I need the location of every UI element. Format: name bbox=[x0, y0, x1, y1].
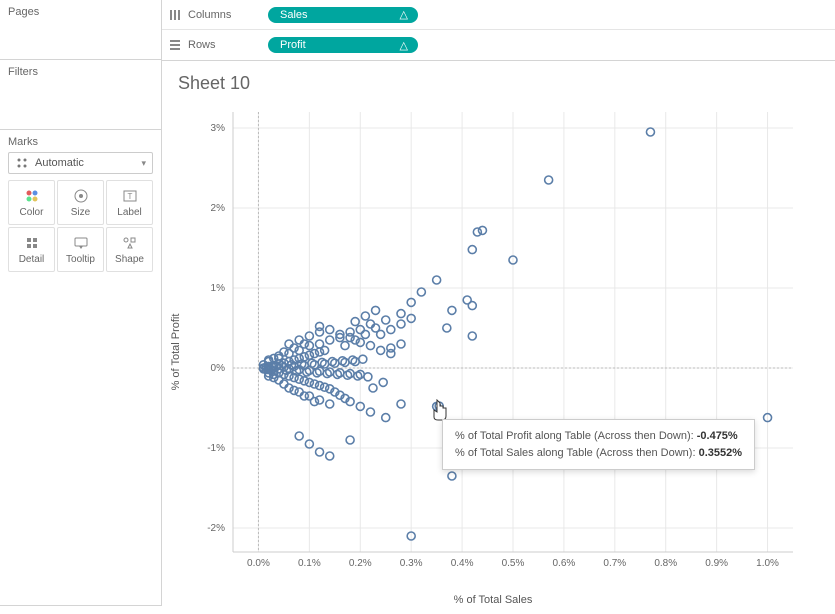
filters-panel[interactable]: Filters bbox=[0, 60, 161, 130]
label-icon: T bbox=[109, 187, 150, 205]
filters-title: Filters bbox=[8, 66, 153, 78]
y-axis-label: % of Total Profit bbox=[170, 314, 182, 391]
svg-text:T: T bbox=[127, 192, 132, 201]
rows-shelf[interactable]: Rows Profit △ bbox=[162, 30, 835, 60]
sheet-title[interactable]: Sheet 10 bbox=[178, 73, 819, 94]
marks-color-button[interactable]: Color bbox=[8, 180, 55, 225]
chart[interactable]: % of Total Profit 0.0%0.1%0.2%0.3%0.4%0.… bbox=[178, 102, 808, 602]
color-icon bbox=[11, 187, 52, 205]
marks-title: Marks bbox=[8, 136, 153, 148]
tablecalc-icon: △ bbox=[400, 39, 408, 52]
sheet-area: Sheet 10 % of Total Profit 0.0%0.1%0.2%0… bbox=[162, 61, 835, 614]
rows-pill-profit[interactable]: Profit △ bbox=[268, 37, 418, 53]
svg-text:0.2%: 0.2% bbox=[349, 558, 372, 569]
svg-text:2%: 2% bbox=[211, 203, 226, 214]
detail-icon bbox=[11, 234, 52, 252]
svg-text:0.7%: 0.7% bbox=[603, 558, 626, 569]
svg-text:-2%: -2% bbox=[207, 523, 225, 534]
svg-text:0.3%: 0.3% bbox=[400, 558, 423, 569]
svg-text:0.4%: 0.4% bbox=[451, 558, 474, 569]
tooltip-sales-value: 0.3552% bbox=[699, 447, 742, 459]
marks-size-button[interactable]: Size bbox=[57, 180, 104, 225]
tooltip-icon bbox=[60, 234, 101, 252]
tooltip-profit-value: -0.475% bbox=[697, 430, 738, 442]
scatter-plot[interactable]: 0.0% 0.1% 0.2% 0.3% 0.4% 0.5% 0.6% 0.7% 0.8% 0.9%… bbox=[178, 102, 808, 602]
svg-text:1.0%: 1.0% bbox=[756, 558, 779, 569]
columns-label: Columns bbox=[188, 9, 231, 21]
svg-text:0.9%: 0.9% bbox=[705, 558, 728, 569]
tablecalc-icon: △ bbox=[400, 8, 408, 21]
shelves: Columns Sales △ Rows Profit △ bbox=[162, 0, 835, 61]
left-panel: Pages Filters Marks Automatic ▾ Color bbox=[0, 0, 162, 606]
marks-detail-button[interactable]: Detail bbox=[8, 227, 55, 272]
marks-dropdown-label: Automatic bbox=[35, 157, 84, 169]
marks-shape-button[interactable]: Shape bbox=[106, 227, 153, 272]
x-axis-label: % of Total Sales bbox=[454, 594, 533, 606]
pages-panel[interactable]: Pages bbox=[0, 0, 161, 60]
tooltip: % of Total Profit along Table (Across th… bbox=[442, 419, 755, 470]
marks-grid: Color Size T Label bbox=[8, 180, 153, 272]
svg-text:0.1%: 0.1% bbox=[298, 558, 321, 569]
shape-icon bbox=[109, 234, 150, 252]
svg-text:0.0%: 0.0% bbox=[247, 558, 270, 569]
marks-tooltip-button[interactable]: Tooltip bbox=[57, 227, 104, 272]
rows-label: Rows bbox=[188, 39, 216, 51]
svg-text:0.5%: 0.5% bbox=[502, 558, 525, 569]
dropdown-arrow-icon: ▾ bbox=[141, 158, 146, 169]
columns-shelf[interactable]: Columns Sales △ bbox=[162, 0, 835, 30]
size-icon bbox=[60, 187, 101, 205]
tooltip-profit-label: % of Total Profit along Table (Across th… bbox=[455, 430, 694, 442]
columns-icon bbox=[168, 8, 182, 22]
svg-text:-1%: -1% bbox=[207, 443, 225, 454]
automatic-shape-icon bbox=[15, 156, 29, 170]
svg-text:0.8%: 0.8% bbox=[654, 558, 677, 569]
rows-icon bbox=[168, 38, 182, 52]
marks-label-button[interactable]: T Label bbox=[106, 180, 153, 225]
svg-text:0.6%: 0.6% bbox=[553, 558, 576, 569]
marks-type-dropdown[interactable]: Automatic ▾ bbox=[8, 152, 153, 174]
marks-panel: Marks Automatic ▾ Color bbox=[0, 130, 161, 606]
svg-text:0%: 0% bbox=[211, 363, 226, 374]
columns-pill-sales[interactable]: Sales △ bbox=[268, 7, 418, 23]
pages-title: Pages bbox=[8, 6, 153, 18]
svg-text:1%: 1% bbox=[211, 283, 226, 294]
tooltip-sales-label: % of Total Sales along Table (Across the… bbox=[455, 447, 696, 459]
svg-text:3%: 3% bbox=[211, 123, 226, 134]
right-area: Columns Sales △ Rows Profit △ bbox=[162, 0, 835, 606]
